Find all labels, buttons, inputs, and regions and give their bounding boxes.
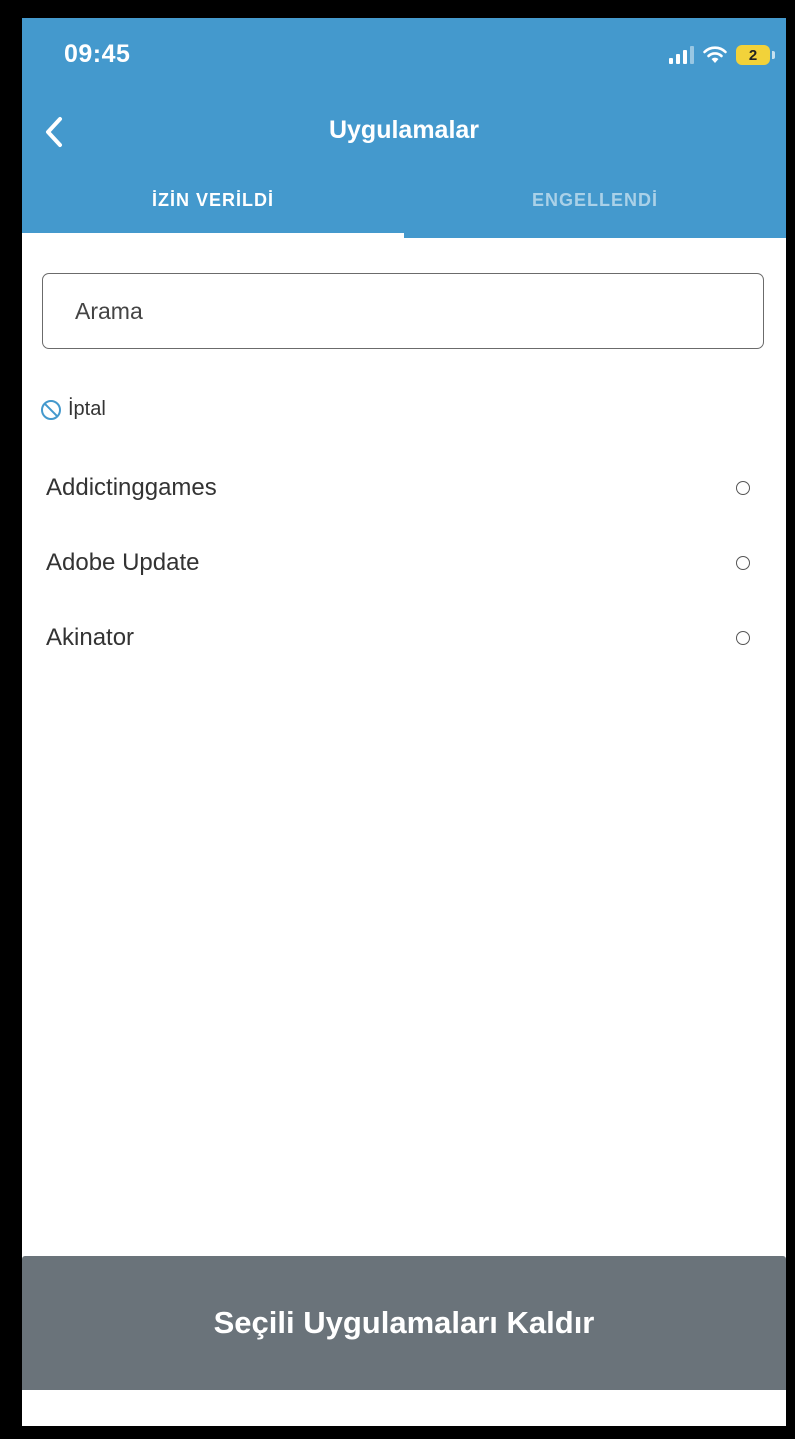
radio-button[interactable]	[736, 555, 750, 570]
remove-selected-label: Seçili Uygulamaları Kaldır	[213, 1305, 595, 1340]
status-time: 09:45	[64, 40, 131, 68]
app-name: Addictinggames	[46, 473, 217, 501]
list-item[interactable]: Addictinggames	[22, 450, 786, 525]
radio-button[interactable]	[736, 630, 750, 645]
status-bar: 09:45 2	[22, 18, 786, 104]
wifi-icon	[703, 46, 727, 63]
active-tab-indicator	[22, 233, 404, 238]
tab-blocked[interactable]: ENGELLENDİ	[404, 162, 786, 238]
battery-icon: 2	[736, 45, 775, 65]
radio-button[interactable]	[736, 480, 750, 495]
phone-screen: 09:45 2 Uygulamalar İZİN VERİLDİ ENGELLE…	[22, 18, 786, 1426]
search-box	[42, 273, 764, 349]
remove-selected-button[interactable]: Seçili Uygulamaları Kaldır	[22, 1256, 786, 1390]
tab-bar: İZİN VERİLDİ ENGELLENDİ	[22, 162, 786, 238]
app-list: Addictinggames Adobe Update Akinator	[22, 450, 786, 675]
nav-bar: Uygulamalar	[22, 104, 786, 163]
app-name: Adobe Update	[46, 548, 200, 576]
app-name: Akinator	[46, 623, 135, 651]
tab-allowed[interactable]: İZİN VERİLDİ	[22, 162, 404, 238]
cancel-label: İptal	[68, 398, 106, 420]
signal-icon	[669, 46, 694, 64]
cancel-button[interactable]: İptal	[40, 398, 106, 421]
page-title: Uygulamalar	[328, 116, 480, 144]
battery-level: 2	[748, 46, 758, 64]
list-item[interactable]: Adobe Update	[22, 525, 786, 600]
tab-blocked-label: ENGELLENDİ	[531, 189, 658, 210]
search-input[interactable]	[73, 296, 763, 326]
status-icons: 2	[669, 42, 775, 68]
prohibited-icon	[41, 399, 61, 420]
list-item[interactable]: Akinator	[22, 600, 786, 675]
tab-allowed-label: İZİN VERİLDİ	[151, 189, 274, 210]
